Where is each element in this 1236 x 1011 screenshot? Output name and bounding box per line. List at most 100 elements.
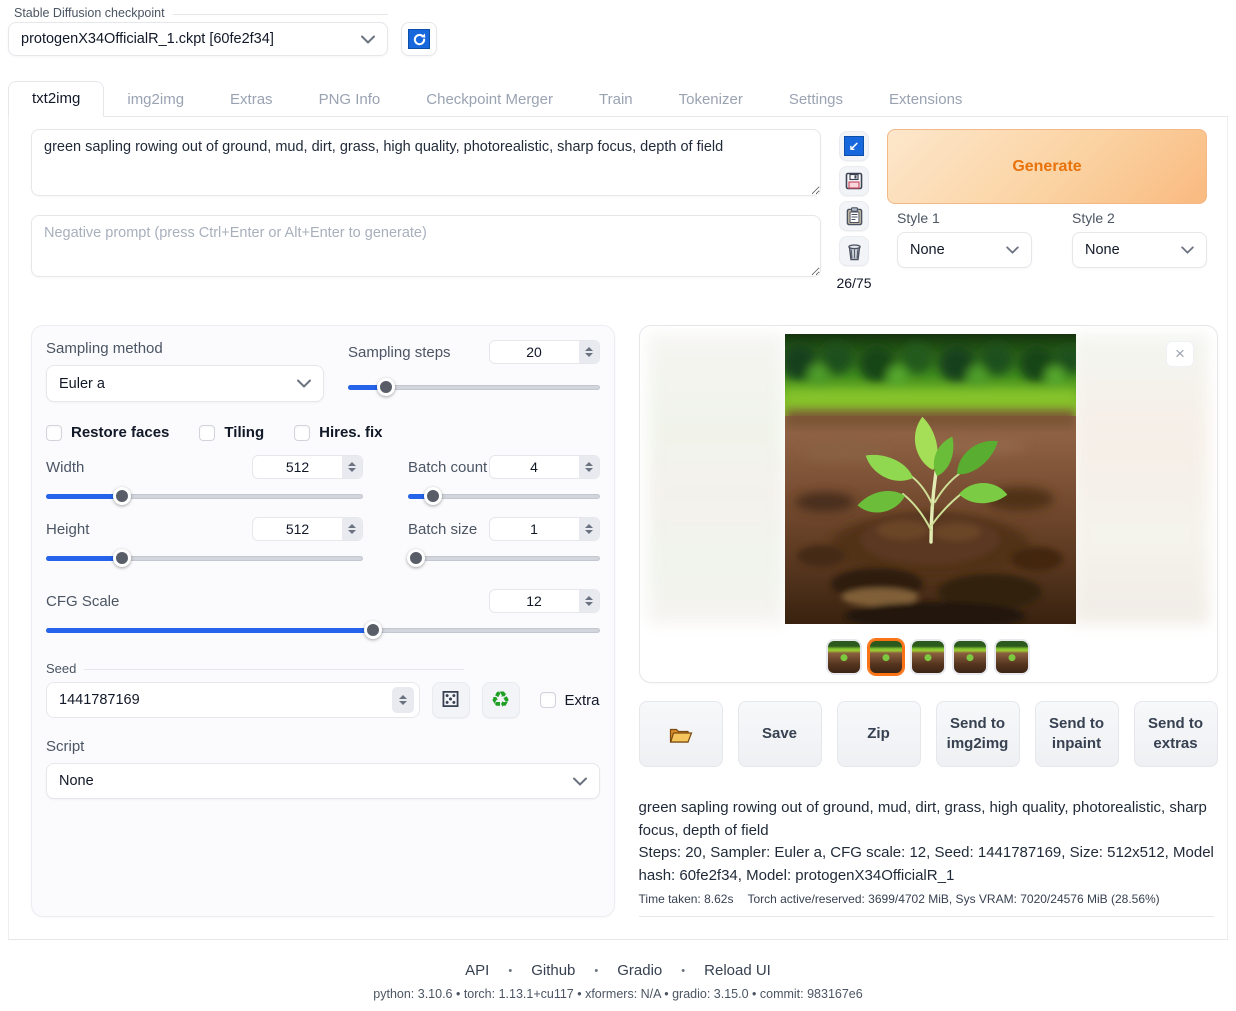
gallery-next-image[interactable] (1072, 334, 1209, 624)
footer-link-gradio[interactable]: Gradio (617, 962, 662, 979)
save-button[interactable]: Save (738, 701, 822, 767)
send-to-img2img-button[interactable]: Send to img2img (936, 701, 1020, 767)
chevron-down-icon (297, 379, 311, 388)
style2-dropdown[interactable]: None (1072, 232, 1207, 268)
thumbnail-2-selected[interactable] (868, 639, 904, 675)
tab-extensions[interactable]: Extensions (866, 83, 985, 117)
footer-link-api[interactable]: API (465, 962, 489, 979)
clear-prompt-button[interactable] (839, 236, 869, 266)
restore-faces-checkbox[interactable]: Restore faces (46, 424, 169, 441)
stepper-buttons[interactable] (579, 341, 599, 363)
cfg-scale-slider[interactable] (46, 621, 600, 639)
thumbnail-5[interactable] (994, 639, 1030, 675)
width-slider[interactable] (46, 487, 363, 505)
open-folder-icon (669, 725, 693, 744)
tab-extras[interactable]: Extras (207, 83, 296, 117)
tab-img2img[interactable]: img2img (104, 83, 207, 117)
footer-link-reload-ui[interactable]: Reload UI (704, 962, 771, 979)
refresh-checkpoint-button[interactable] (401, 22, 437, 56)
separator-dot: • (594, 965, 598, 977)
height-slider[interactable] (46, 549, 363, 567)
width-label: Width (46, 459, 84, 476)
sampling-steps-slider[interactable] (348, 378, 600, 396)
tiling-checkbox[interactable]: Tiling (199, 424, 264, 441)
sampling-method-value: Euler a (59, 376, 105, 392)
sampling-steps-input[interactable]: 20 (489, 340, 600, 364)
tab-tokenizer[interactable]: Tokenizer (656, 83, 766, 117)
clipboard-icon (846, 207, 863, 226)
gallery-thumbnails (640, 639, 1217, 675)
stepper-buttons[interactable] (579, 590, 599, 612)
prompt-input[interactable]: green sapling rowing out of ground, mud,… (31, 129, 821, 196)
footer-link-github[interactable]: Github (531, 962, 575, 979)
sampling-method-label: Sampling method (46, 340, 324, 357)
chevron-down-icon (1006, 246, 1019, 254)
extra-label: Extra (565, 692, 600, 709)
checkbox-box (294, 425, 310, 441)
style2-label: Style 2 (1072, 210, 1207, 226)
script-dropdown[interactable]: None (46, 763, 600, 799)
generated-image-sapling[interactable] (785, 334, 1076, 624)
chevron-down-icon (1181, 246, 1194, 254)
tab-txt2img[interactable]: txt2img (8, 81, 104, 117)
close-icon[interactable]: × (1166, 341, 1194, 367)
apply-style-button[interactable] (839, 201, 869, 231)
stepper-buttons[interactable] (392, 687, 414, 713)
chevron-down-icon (361, 35, 375, 44)
tab-png-info[interactable]: PNG Info (296, 83, 404, 117)
random-seed-button[interactable]: ⚄ (432, 682, 470, 718)
vram-usage-text: Torch active/reserved: 3699/4702 MiB, Sy… (747, 892, 1159, 906)
sampling-method-dropdown[interactable]: Euler a (46, 365, 324, 402)
read-parameters-button[interactable]: ↙ (839, 131, 869, 161)
chevron-down-icon (573, 777, 587, 786)
send-to-inpaint-button[interactable]: Send to inpaint (1035, 701, 1119, 767)
tiling-label: Tiling (224, 424, 264, 441)
recycle-icon: ♻ (491, 687, 511, 713)
negative-prompt-input[interactable] (31, 215, 821, 277)
hires-fix-checkbox[interactable]: Hires. fix (294, 424, 382, 441)
thumbnail-3[interactable] (910, 639, 946, 675)
restore-faces-label: Restore faces (71, 424, 169, 441)
stepper-buttons[interactable] (342, 518, 362, 540)
tab-settings[interactable]: Settings (766, 83, 866, 117)
script-value: None (59, 773, 94, 789)
seed-input[interactable]: 1441787169 (46, 682, 420, 718)
stepper-buttons[interactable] (579, 456, 599, 478)
tab-train[interactable]: Train (576, 83, 656, 117)
generate-button[interactable]: Generate (887, 129, 1207, 204)
output-actions: Save Zip Send to img2img Send to inpaint… (639, 701, 1218, 767)
hires-fix-label: Hires. fix (319, 424, 382, 441)
gallery-previous-image[interactable] (648, 334, 785, 624)
version-info: python: 3.10.6 • torch: 1.13.1+cu117 • x… (0, 987, 1236, 1001)
batch-count-slider[interactable] (408, 487, 600, 505)
checkpoint-value: protogenX34OfficialR_1.ckpt [60fe2f34] (21, 31, 274, 47)
result-gallery: × (639, 325, 1218, 683)
width-input[interactable]: 512 (252, 455, 363, 479)
reuse-seed-button[interactable]: ♻ (482, 682, 520, 718)
thumbnail-4[interactable] (952, 639, 988, 675)
height-input[interactable]: 512 (252, 517, 363, 541)
thumbnail-1[interactable] (826, 639, 862, 675)
batch-count-input[interactable]: 4 (489, 455, 600, 479)
cfg-scale-input[interactable]: 12 (489, 589, 600, 613)
open-folder-button[interactable] (639, 701, 723, 767)
stepper-buttons[interactable] (579, 518, 599, 540)
checkpoint-dropdown[interactable]: protogenX34OfficialR_1.ckpt [60fe2f34] (8, 22, 388, 56)
time-taken-text: Time taken: 8.62s (639, 892, 734, 906)
stepper-buttons[interactable] (342, 456, 362, 478)
app-root: Stable Diffusion checkpoint protogenX34O… (0, 0, 1236, 1011)
cfg-scale-label: CFG Scale (46, 593, 119, 610)
save-style-button[interactable] (839, 166, 869, 196)
zip-button[interactable]: Zip (837, 701, 921, 767)
prompt-tools: ↙ 26/75 (821, 129, 887, 291)
floppy-disk-icon (845, 172, 863, 190)
batch-size-input[interactable]: 1 (489, 517, 600, 541)
extra-seed-checkbox[interactable]: Extra (540, 692, 600, 709)
batch-size-slider[interactable] (408, 549, 600, 567)
tab-checkpoint-merger[interactable]: Checkpoint Merger (403, 83, 576, 117)
info-parameters-text: Steps: 20, Sampler: Euler a, CFG scale: … (639, 842, 1214, 887)
dice-icon: ⚄ (441, 687, 460, 713)
style1-dropdown[interactable]: None (897, 232, 1032, 268)
separator-dot: • (508, 965, 512, 977)
send-to-extras-button[interactable]: Send to extras (1134, 701, 1218, 767)
